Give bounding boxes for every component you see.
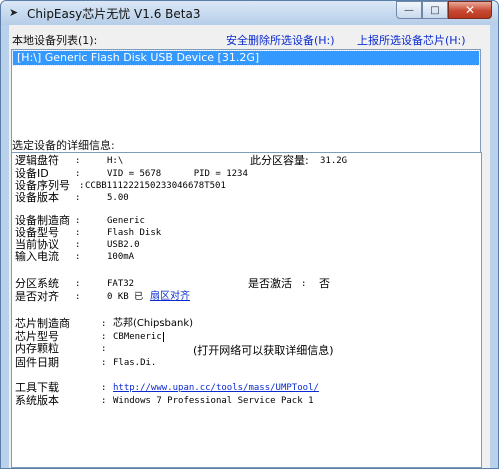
detail-colon: :	[75, 216, 81, 226]
client-area: 本地设备列表(1): 安全删除所选设备(H:) 上报所选设备芯片(H:) [H:…	[9, 25, 490, 468]
detail-key: 输入电流	[15, 250, 59, 263]
details-heading: 选定设备的详细信息:	[12, 139, 115, 152]
detail-value: 31.2G	[320, 156, 348, 166]
detail-colon: :	[101, 332, 107, 342]
detail-colon: :	[301, 279, 307, 289]
caption-buttons: — □ ✕	[396, 1, 492, 19]
detail-key: 内存颗粒	[15, 342, 59, 355]
detail-colon: :	[75, 252, 81, 262]
detail-key: 芯片制造商	[15, 317, 70, 330]
detail-colon: :	[75, 169, 81, 179]
detail-key: 工具下载	[15, 381, 59, 394]
app-window: ➤ ChipEasy芯片无忧 V1.6 Beta3 — □ ✕ 本地设备列表(1…	[0, 0, 499, 469]
detail-key: 此分区容量:	[250, 154, 309, 167]
detail-colon: :	[75, 228, 81, 238]
network-note: (打开网络可以获取详细信息)	[193, 344, 334, 357]
detail-value: CBMeneric	[113, 332, 162, 342]
text-caret	[162, 331, 164, 342]
tool-download-link[interactable]: http://www.upan.cc/tools/mass/UMPTool/	[113, 382, 319, 394]
title-bar[interactable]: ➤ ChipEasy芯片无忧 V1.6 Beta3 — □ ✕	[1, 1, 498, 25]
detail-value: 否	[319, 277, 330, 290]
detail-value: Generic	[107, 216, 145, 226]
detail-colon: :	[75, 279, 81, 289]
detail-colon: :	[79, 181, 85, 191]
detail-value: Flas.Di.	[113, 358, 157, 368]
detail-value: 100mA	[107, 252, 135, 262]
detail-colon: :	[75, 292, 81, 302]
detail-colon: :	[75, 193, 81, 203]
detail-value: 0 KB 已	[107, 292, 144, 302]
close-button[interactable]: ✕	[448, 1, 492, 19]
detail-colon: :	[101, 396, 107, 406]
detail-value: 5.00	[107, 193, 129, 203]
detail-value: USB2.0	[107, 240, 140, 250]
safe-remove-link[interactable]: 安全删除所选设备(H:)	[226, 32, 335, 48]
header-row: 本地设备列表(1): 安全删除所选设备(H:) 上报所选设备芯片(H:)	[9, 29, 490, 47]
report-chip-link[interactable]: 上报所选设备芯片(H:)	[357, 32, 466, 48]
detail-colon: :	[101, 319, 107, 329]
sector-align-link[interactable]: 扇区对齐	[150, 291, 190, 303]
details-textbox[interactable]: 逻辑盘符 : H:\ 此分区容量: 31.2G 设备ID : VID = 567…	[11, 152, 482, 468]
detail-key: 系统版本	[15, 394, 59, 407]
window-title: ChipEasy芯片无忧 V1.6 Beta3	[27, 7, 201, 21]
detail-key: 逻辑盘符	[15, 154, 59, 167]
minimize-button[interactable]: —	[396, 1, 422, 19]
detail-value: Windows 7 Professional Service Pack 1	[113, 396, 314, 406]
detail-value: VID = 5678 PID = 1234	[107, 169, 248, 179]
detail-value: 芯邦(Chipsbank)	[113, 318, 194, 329]
detail-value: Flash Disk	[107, 228, 162, 238]
detail-key: 是否激活	[248, 277, 292, 290]
detail-value-wrap: CBMeneric	[113, 331, 164, 343]
detail-key: 设备版本	[15, 191, 59, 204]
detail-value: FAT32	[107, 279, 135, 289]
detail-colon: :	[101, 383, 107, 393]
device-list-label: 本地设备列表(1):	[12, 34, 98, 47]
detail-colon: :	[75, 240, 81, 250]
detail-key: 分区系统	[15, 277, 59, 290]
detail-value: CCBB111222150233046678T501	[85, 181, 226, 191]
detail-value: H:\	[107, 156, 124, 166]
app-logo-icon: ➤	[9, 6, 19, 19]
detail-colon: :	[101, 358, 107, 368]
detail-key: 是否对齐	[15, 290, 59, 303]
detail-key: 固件日期	[15, 356, 59, 369]
detail-colon: :	[75, 156, 81, 166]
detail-colon: :	[101, 344, 107, 354]
maximize-button[interactable]: □	[422, 1, 448, 19]
device-list-item[interactable]: [H:\] Generic Flash Disk USB Device [31.…	[12, 50, 480, 66]
